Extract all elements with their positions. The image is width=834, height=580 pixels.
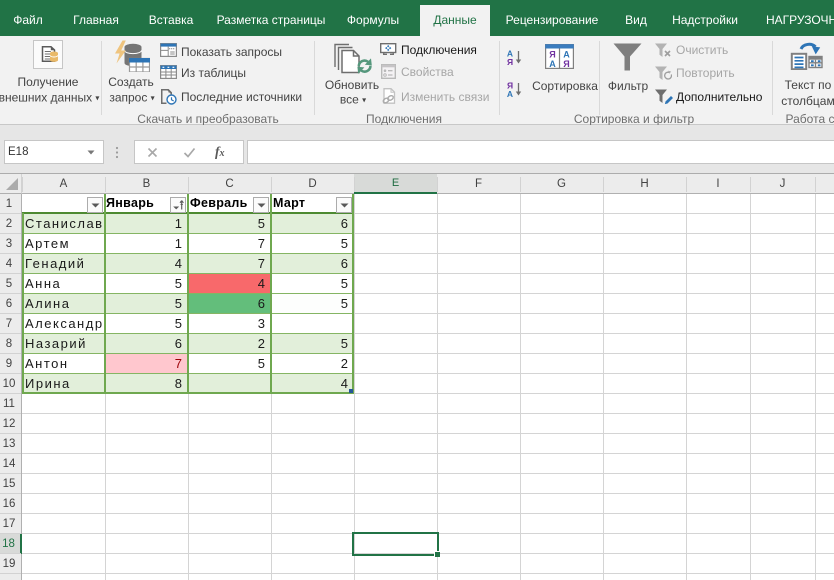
svg-text:Я: Я	[507, 57, 513, 66]
svg-text:Я: Я	[563, 59, 569, 69]
svg-text:А: А	[563, 50, 570, 60]
svg-text:А: А	[507, 89, 513, 98]
svg-text:А: А	[549, 59, 556, 69]
svg-text:Я: Я	[549, 50, 555, 60]
